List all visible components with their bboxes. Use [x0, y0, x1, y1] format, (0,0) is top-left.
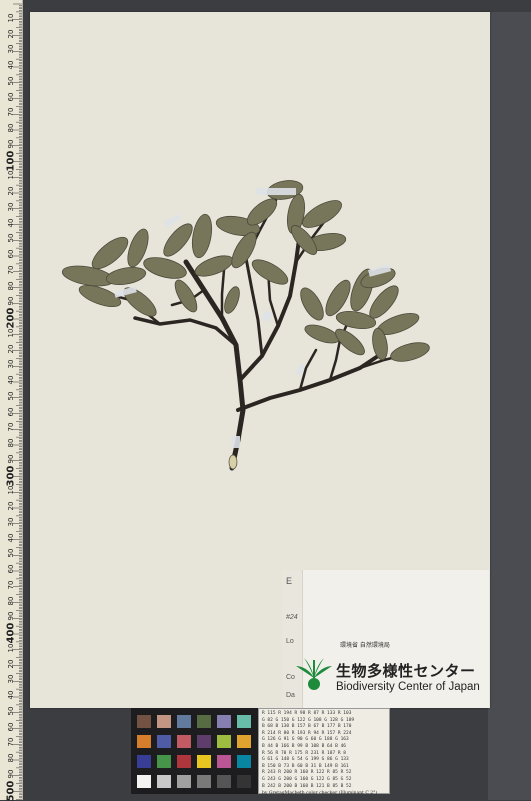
color-patch	[217, 735, 231, 748]
color-patch	[237, 735, 251, 748]
color-patch	[137, 755, 151, 768]
color-patch	[217, 755, 231, 768]
color-checker-caption: by GretagMacbeth color checker (Illumina…	[262, 791, 378, 796]
color-value-row: R 214 R 80 R 193 R 94 R 157 R 224	[262, 730, 352, 736]
color-patch	[237, 715, 251, 728]
color-patch	[157, 735, 171, 748]
center-name-jp: 生物多様性センター	[336, 662, 476, 680]
color-patch	[197, 735, 211, 748]
label-letter: E	[286, 576, 293, 586]
color-patch	[177, 755, 191, 768]
color-value-row: R 56 R 70 R 175 R 231 R 187 R 8	[262, 750, 346, 756]
color-patch	[137, 775, 151, 788]
color-value-row: G 126 G 91 G 90 G 60 G 188 G 163	[262, 737, 349, 743]
color-value-row: B 150 B 73 B 60 B 31 B 149 B 161	[262, 763, 349, 769]
label-letter: Da	[286, 692, 295, 699]
color-patch	[197, 755, 211, 768]
color-patch	[137, 735, 151, 748]
color-patch	[217, 775, 231, 788]
color-patch	[217, 715, 231, 728]
color-value-row: B 68 B 130 B 157 B 67 B 177 B 170	[262, 724, 352, 730]
color-patch	[157, 755, 171, 768]
color-value-row: G 82 G 150 G 122 G 108 G 128 G 189	[262, 717, 355, 723]
color-value-row: R 115 R 194 R 98 R 87 R 133 R 103	[262, 711, 352, 716]
color-patch	[157, 715, 171, 728]
color-patch	[237, 775, 251, 788]
color-value-row: R 243 R 200 R 160 R 122 R 85 R 52	[262, 770, 352, 776]
agency-name: 環境省 自然環境局	[340, 642, 390, 649]
color-value-row: G 61 G 148 G 54 G 199 G 86 G 133	[262, 757, 349, 763]
label-letter: Lo	[286, 638, 294, 645]
color-patch	[197, 715, 211, 728]
color-value-row: B 44 B 166 B 99 B 108 B 64 B 46	[262, 744, 346, 749]
specimen-image: E #24 Lo Co Da 環境省 自然環境局 生物多様性センター Biodi…	[0, 0, 531, 801]
color-value-row: G 243 G 200 G 160 G 122 G 85 G 52	[262, 777, 352, 782]
label-letter: #24	[286, 614, 298, 621]
measuring-ruler: 10 20 30 40 50 60 70 80 90 100 10 20 30 40 50 60 70 80 90 2…	[0, 0, 23, 801]
color-patch	[177, 775, 191, 788]
color-checker-values-table: R 115 R 194 R 98 R 87 R 133 R 103 G 82 G …	[258, 708, 390, 794]
center-name-en: Biodiversity Center of Japan	[336, 681, 480, 693]
color-patch	[197, 775, 211, 788]
color-patch	[177, 735, 191, 748]
color-value-row: B 242 B 200 B 160 B 121 B 85 B 52	[262, 783, 352, 789]
color-patch	[157, 775, 171, 788]
ruler-label: 500	[5, 780, 17, 801]
color-patch	[237, 755, 251, 768]
color-patch	[177, 715, 191, 728]
color-checker-card	[131, 708, 258, 794]
biodiversity-center-logo-icon	[296, 658, 332, 690]
color-patch	[137, 715, 151, 728]
